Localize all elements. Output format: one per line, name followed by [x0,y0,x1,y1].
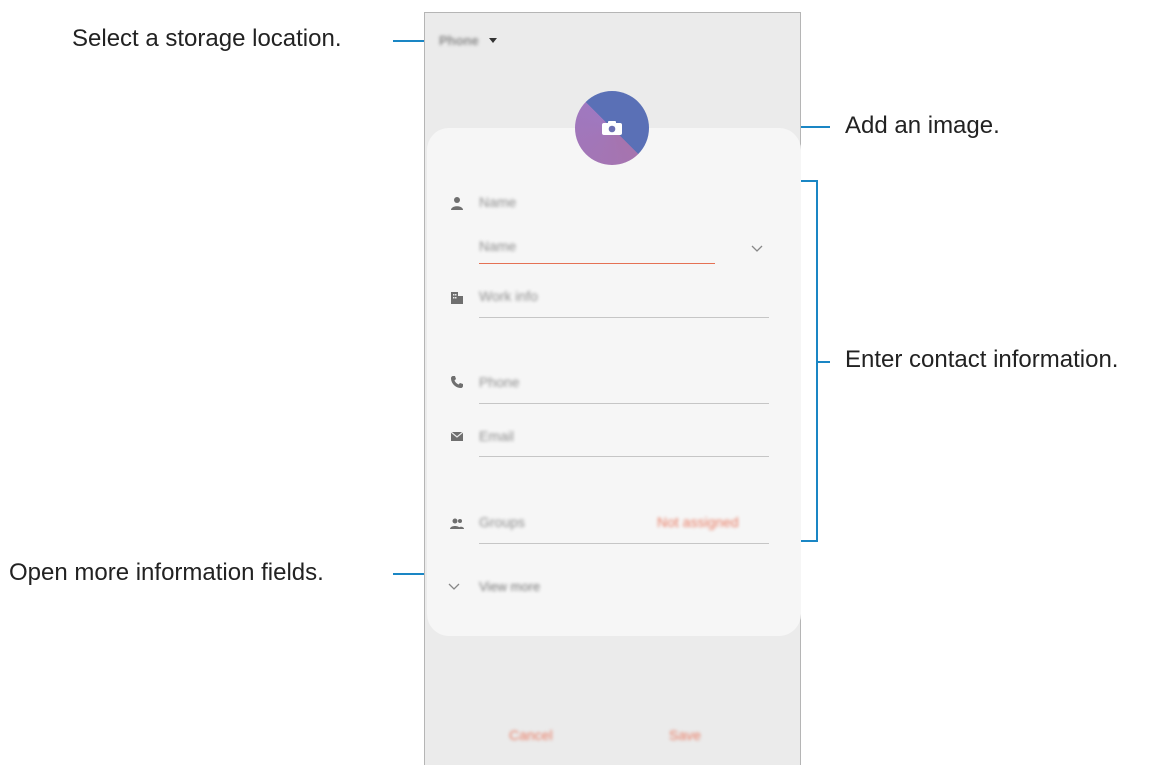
email-field[interactable]: Email [479,428,514,444]
phone-icon [451,376,463,388]
phone-screen: Phone Name Name Work info Phone Email Gr… [424,12,801,765]
callout-storage: Select a storage location. [72,25,342,52]
chevron-down-icon[interactable] [749,240,765,256]
phone-field[interactable]: Phone [479,374,519,390]
groups-field[interactable]: Groups [479,514,525,530]
callout-contact: Enter contact information. [845,346,1119,373]
name-section-label: Name [479,194,517,210]
view-more-button[interactable]: View more [479,579,540,594]
work-info-field[interactable]: Work info [479,288,538,304]
storage-location-label: Phone [439,33,479,48]
phone-underline [479,403,769,404]
groups-underline [479,543,769,544]
chevron-down-icon[interactable] [446,578,462,594]
callout-more: Open more information fields. [9,559,324,586]
groups-value[interactable]: Not assigned [657,514,739,530]
email-underline [479,456,769,457]
name-input-underline [479,263,715,264]
camera-icon [602,121,622,135]
callout-line-contact [816,361,830,363]
name-input[interactable]: Name [479,238,516,254]
person-icon [451,197,463,210]
groups-icon [450,518,464,529]
email-icon [450,431,464,441]
contact-form-card: Name Name Work info Phone Email Groups N… [427,128,801,636]
storage-location-dropdown[interactable]: Phone [439,33,497,48]
work-info-underline [479,317,769,318]
bottom-action-bar: Cancel Save [425,705,800,765]
cancel-button[interactable]: Cancel [509,727,553,743]
add-image-button[interactable] [575,91,649,165]
caret-down-icon [488,38,497,43]
building-icon [451,292,463,304]
save-button[interactable]: Save [669,727,701,743]
callout-image: Add an image. [845,112,1000,139]
